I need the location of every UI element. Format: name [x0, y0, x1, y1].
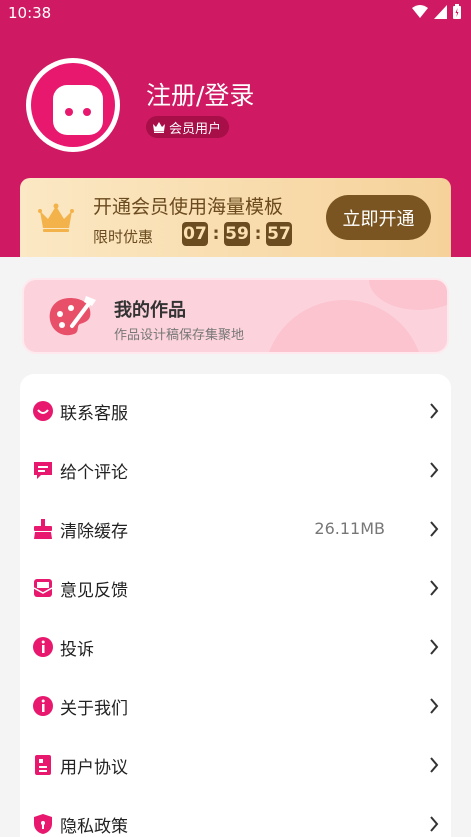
chevron-right-icon	[430, 462, 439, 478]
menu-item-label: 隐私政策	[60, 817, 128, 837]
chevron-right-icon	[430, 403, 439, 419]
menu-item-clear-cache[interactable]: 清除缓存 26.11MB	[20, 500, 451, 559]
menu-item-privacy-policy[interactable]: 隐私政策	[20, 795, 451, 837]
menu-item-feedback[interactable]: 意见反馈	[20, 559, 451, 618]
menu-item-label: 关于我们	[60, 699, 128, 719]
chevron-right-icon	[430, 639, 439, 655]
info-icon	[33, 696, 53, 716]
shield-icon	[34, 814, 52, 834]
member-badge-label: 会员用户	[169, 121, 222, 137]
signal-icon	[434, 4, 447, 19]
menu-item-label: 清除缓存	[60, 522, 128, 542]
menu-item-label: 给个评论	[60, 463, 128, 483]
chevron-right-icon	[430, 521, 439, 537]
decorative-blob	[264, 300, 424, 352]
info-icon	[33, 637, 53, 657]
menu-item-user-agreement[interactable]: 用户协议	[20, 736, 451, 795]
status-time: 10:38	[8, 4, 52, 22]
vip-promo-label: 限时优惠	[93, 228, 154, 246]
palette-icon	[49, 296, 96, 336]
menu-item-complaint[interactable]: 投诉	[20, 618, 451, 677]
avatar-eye-left	[65, 108, 73, 116]
menu-item-label: 投诉	[60, 640, 94, 660]
countdown-hours: 07	[182, 222, 208, 246]
chevron-right-icon	[430, 757, 439, 773]
comment-icon	[34, 462, 52, 479]
countdown-separator: :	[212, 224, 220, 244]
countdown-timer: 07 : 59 : 57	[182, 222, 292, 246]
settings-menu: 联系客服 给个评论 清除缓存 26.11MB 意见反馈 投诉 关于我们 用户协议	[20, 374, 451, 837]
menu-item-contact-support[interactable]: 联系客服	[20, 382, 451, 441]
avatar-eye-right	[83, 108, 91, 116]
decorative-blob	[369, 280, 447, 310]
battery-icon	[453, 4, 461, 19]
countdown-separator: :	[254, 224, 262, 244]
avatar-circle	[31, 63, 115, 147]
avatar[interactable]	[26, 58, 120, 152]
status-icons	[412, 4, 461, 19]
vip-banner[interactable]: 开通会员使用海量模板 限时优惠 07 : 59 : 57 立即开通	[20, 178, 451, 257]
broom-icon	[34, 519, 52, 539]
menu-item-about-us[interactable]: 关于我们	[20, 677, 451, 736]
chat-icon	[33, 401, 53, 421]
menu-item-review[interactable]: 给个评论	[20, 441, 451, 500]
menu-item-label: 用户协议	[60, 758, 128, 778]
mail-icon	[33, 579, 53, 597]
document-icon	[35, 755, 51, 775]
login-register-link[interactable]: 注册/登录	[146, 76, 254, 112]
my-works-title: 我的作品	[114, 300, 186, 321]
wifi-icon	[412, 4, 428, 18]
my-works-card[interactable]: 我的作品 作品设计稿保存集聚地	[22, 278, 449, 354]
vip-crown-icon	[38, 203, 74, 232]
crown-icon	[153, 122, 165, 133]
status-bar: 10:38	[0, 0, 471, 26]
vip-title: 开通会员使用海量模板	[93, 196, 284, 218]
member-badge: 会员用户	[146, 116, 230, 138]
countdown-seconds: 57	[266, 222, 292, 246]
avatar-face-icon	[53, 85, 103, 135]
countdown-minutes: 59	[224, 222, 250, 246]
open-vip-button[interactable]: 立即开通	[326, 195, 431, 240]
chevron-right-icon	[430, 580, 439, 596]
menu-item-label: 意见反馈	[60, 581, 128, 601]
chevron-right-icon	[430, 698, 439, 714]
chevron-right-icon	[430, 816, 439, 832]
menu-item-label: 联系客服	[60, 404, 128, 424]
cache-size-value: 26.11MB	[314, 519, 385, 538]
my-works-subtitle: 作品设计稿保存集聚地	[114, 328, 245, 343]
